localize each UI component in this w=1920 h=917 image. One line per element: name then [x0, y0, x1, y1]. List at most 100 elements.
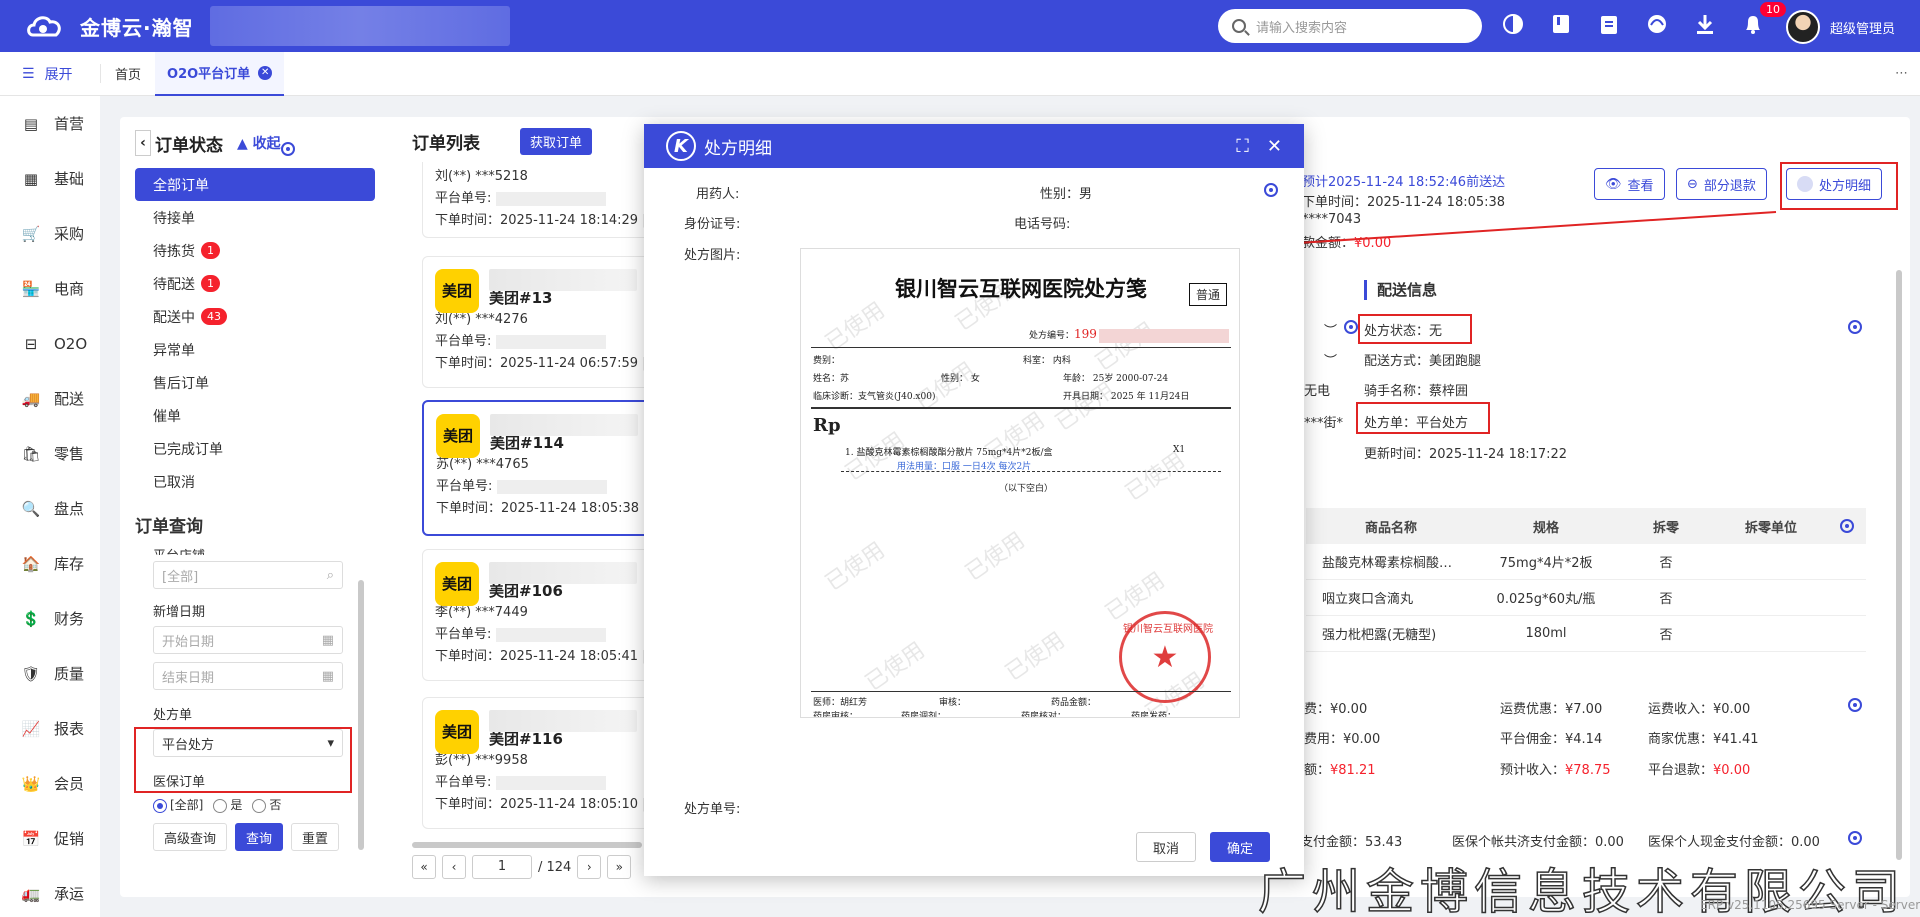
- view-button[interactable]: 👁 查看: [1594, 168, 1665, 200]
- cancel-button[interactable]: 取消: [1136, 832, 1197, 862]
- user-menu[interactable]: 超级管理员: [1786, 10, 1895, 44]
- headset-icon[interactable]: [1644, 10, 1670, 38]
- nav-label: 采购: [54, 225, 85, 243]
- nav-item[interactable]: ▦ 基础: [0, 151, 100, 206]
- tab-label: O2O平台订单: [167, 67, 251, 82]
- status-item[interactable]: 待配送 1: [135, 267, 375, 300]
- search-icon: [1232, 19, 1246, 33]
- nav-item[interactable]: 📅 促销: [0, 811, 100, 866]
- start-date-input[interactable]: 开始日期 ▦: [153, 626, 343, 654]
- end-date-input[interactable]: 结束日期 ▦: [153, 662, 343, 690]
- close-icon[interactable]: ✕: [1267, 136, 1282, 157]
- nav-icon: 🚚: [21, 389, 41, 408]
- clipboard-icon[interactable]: [1596, 10, 1622, 38]
- phone-label: 电话号码:: [1014, 217, 1071, 232]
- nav-item[interactable]: 🚚 配送: [0, 371, 100, 426]
- expand-menu-button[interactable]: ☰ 展开: [0, 64, 100, 84]
- status-scrollbar[interactable]: [358, 580, 364, 850]
- order-card[interactable]: 美团 美团#106 李(**) ***7449 平台单号: 下单时间：2025-11-…: [422, 549, 662, 681]
- reset-button[interactable]: 重置: [291, 823, 340, 851]
- prev-page-button[interactable]: ‹: [442, 855, 466, 879]
- left-fragment-1: 无电: [1304, 384, 1331, 399]
- nav-item[interactable]: 💲 财务: [0, 591, 100, 646]
- bell-icon[interactable]: 10: [1740, 2, 1786, 38]
- nav-item[interactable]: 👑 会员: [0, 756, 100, 811]
- customer: 刘(**) ***5218: [435, 169, 528, 184]
- settings-gear-icon[interactable]: [1848, 320, 1862, 334]
- fullscreen-icon[interactable]: ⛶: [1236, 136, 1249, 157]
- status-item[interactable]: 全部订单: [135, 168, 375, 201]
- page-input[interactable]: 1: [472, 855, 532, 879]
- pay-3: 医保个人现金支付金额：0.00: [1648, 835, 1820, 850]
- theme-icon[interactable]: [1500, 10, 1526, 38]
- radio-yes[interactable]: 是: [213, 796, 242, 813]
- status-item[interactable]: 异常单: [135, 333, 375, 366]
- last-page-button[interactable]: »: [607, 855, 632, 879]
- cloud-logo-icon: [20, 8, 70, 44]
- nav-item[interactable]: 🚛 承运: [0, 866, 100, 917]
- calendar-icon: ▦: [321, 632, 334, 648]
- advanced-query-button[interactable]: 高级查询: [153, 823, 228, 851]
- collapse-left-button[interactable]: ‹: [135, 130, 151, 156]
- table-row[interactable]: 强力枇杷露(无糖型) 180ml 否: [1306, 616, 1866, 652]
- next-page-button[interactable]: ›: [577, 855, 602, 879]
- order-card[interactable]: 刘(**) ***5218 平台单号: 下单时间：2025-11-24 18:1…: [422, 162, 662, 238]
- list-hscrollbar[interactable]: [412, 842, 642, 848]
- nav-label: 会员: [54, 775, 85, 793]
- close-icon[interactable]: ✕: [258, 65, 273, 80]
- status-label: 全部订单: [153, 177, 209, 194]
- order-time: 下单时间：2025-11-24 06:57:59 |: [435, 356, 647, 371]
- nav-item[interactable]: ▤ 首营: [0, 96, 100, 151]
- settings-gear-icon[interactable]: [1264, 183, 1278, 197]
- status-item[interactable]: 待接单: [135, 201, 375, 234]
- query-title: 订单查询: [135, 517, 203, 537]
- nav-item[interactable]: 📈 报表: [0, 701, 100, 756]
- settings-gear-icon[interactable]: [1848, 698, 1862, 712]
- status-item[interactable]: 待拣货 1: [135, 234, 375, 267]
- status-item[interactable]: 催单: [135, 399, 375, 432]
- store-select[interactable]: [全部] ⌕: [153, 561, 343, 589]
- rx-pharm-review: 药房审核：: [813, 712, 859, 718]
- partial-refund-button[interactable]: ⊖ 部分退款: [1676, 168, 1767, 200]
- nav-item[interactable]: 🏠 库存: [0, 536, 100, 591]
- status-item[interactable]: 已完成订单: [135, 432, 375, 465]
- nav-item[interactable]: ⊟ O2O: [0, 316, 100, 371]
- order-card[interactable]: 美团 美团#13 刘(**) ***4276 平台单号: 下单时间：2025-11-2…: [422, 256, 662, 388]
- nav-item[interactable]: 🏪 电商: [0, 261, 100, 316]
- nav-item[interactable]: 🛍 零售: [0, 426, 100, 481]
- settings-gear-icon[interactable]: [280, 142, 295, 156]
- status-item[interactable]: 售后订单: [135, 366, 375, 399]
- order-time: 下单时间：2025-11-24 18:05:38 |: [436, 501, 648, 516]
- first-page-button[interactable]: «: [412, 855, 436, 879]
- more-icon[interactable]: ⋯: [1895, 66, 1908, 81]
- global-search-input[interactable]: 请输入搜索内容: [1218, 9, 1482, 43]
- logo: 金博云·瀚智: [0, 8, 230, 44]
- nav-item[interactable]: 🛒 采购: [0, 206, 100, 261]
- settings-gear-icon[interactable]: [1344, 320, 1358, 334]
- detail-scrollbar[interactable]: [1896, 270, 1902, 860]
- radio-no[interactable]: 否: [252, 796, 281, 813]
- book-icon[interactable]: [1548, 10, 1574, 38]
- platform-no: 平台单号:: [435, 772, 649, 794]
- collapse-arrow-icon[interactable]: ︶: [1324, 350, 1337, 369]
- nav-icon: 💲: [21, 609, 41, 628]
- download-icon[interactable]: [1692, 10, 1718, 38]
- nav-item[interactable]: 🛡 质量: [0, 646, 100, 701]
- collapse-button[interactable]: ▲ 收起: [237, 133, 281, 153]
- order-card[interactable]: 美团 美团#114 苏(**) ***4765 平台单号: 下单时间：2025-11-…: [422, 400, 662, 536]
- radio-all[interactable]: [全部]: [153, 796, 203, 813]
- order-card[interactable]: 美团 美团#116 彭(**) ***9958 平台单号: 下单时间：2025-11-…: [422, 697, 662, 829]
- nav-item[interactable]: 🔍 盘点: [0, 481, 100, 536]
- query-button[interactable]: 查询: [235, 823, 284, 851]
- settings-gear-icon[interactable]: [1848, 831, 1862, 845]
- settings-gear-icon[interactable]: [1840, 519, 1854, 533]
- tab-o2o-orders[interactable]: O2O平台订单 ✕: [155, 51, 285, 96]
- collapse-arrow-icon[interactable]: ︶: [1324, 320, 1337, 339]
- status-item[interactable]: 已取消: [135, 465, 375, 498]
- rx-blank: （以下空白）: [999, 484, 1054, 494]
- table-row[interactable]: 盐酸克林霉素棕榈酸… 75mg*4片*2板 否: [1306, 544, 1866, 580]
- status-item[interactable]: 配送中 43: [135, 300, 375, 333]
- tab-home[interactable]: 首页: [100, 64, 155, 83]
- table-row[interactable]: 咽立爽口含滴丸 0.025g*60丸/瓶 否: [1306, 580, 1866, 616]
- fetch-orders-button[interactable]: 获取订单: [520, 128, 593, 155]
